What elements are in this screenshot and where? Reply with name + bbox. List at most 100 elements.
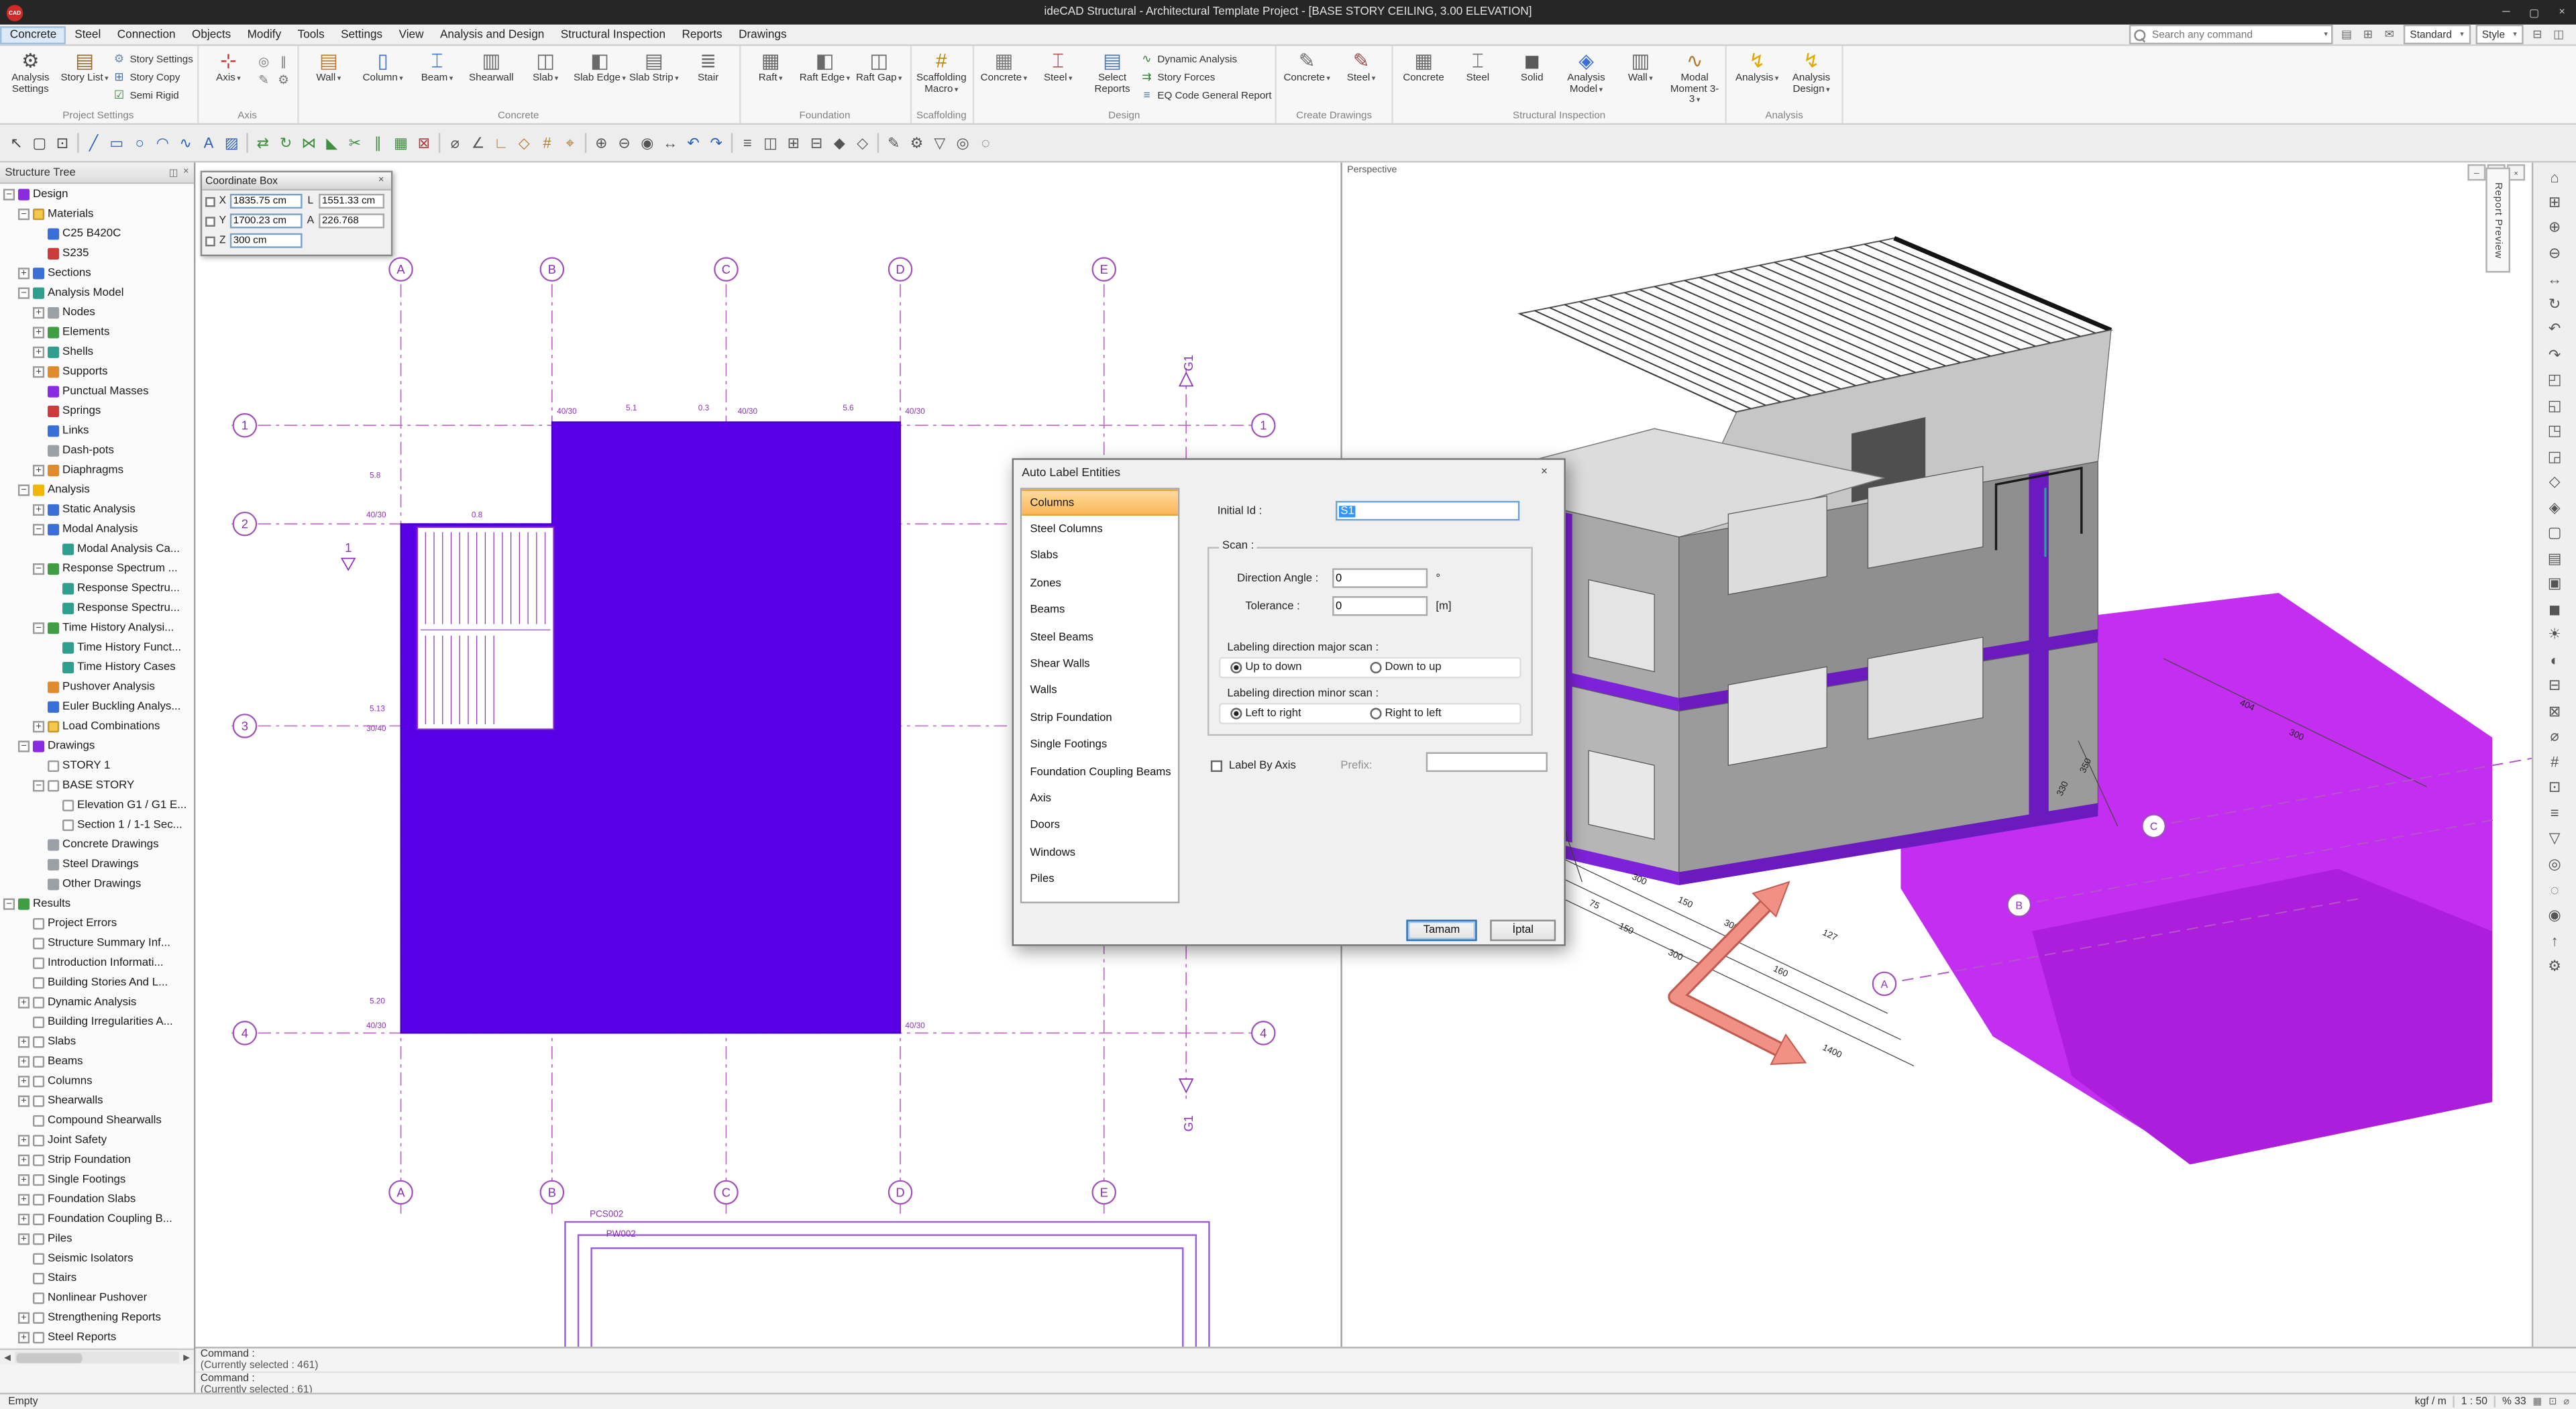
zoom-in-icon[interactable]: ⊕ [590, 131, 612, 154]
entity-type-columns[interactable]: Columns [1022, 490, 1178, 516]
ribbon-axis-settings-button[interactable]: ⚙ [275, 70, 293, 87]
undo-icon[interactable]: ↶ [682, 131, 704, 154]
ribbon-steel-button[interactable]: ⌶Steel▾ [1031, 46, 1085, 85]
scrollbar-thumb[interactable] [16, 1353, 82, 1363]
tree-item-response-spectru[interactable]: Response Spectru... [0, 578, 194, 598]
ribbon-semi-rigid-button[interactable]: ☑Semi Rigid [112, 87, 193, 103]
tree-item-introduction-informati[interactable]: Introduction Informati... [0, 952, 194, 972]
coordinate-lock-checkbox[interactable] [205, 217, 215, 227]
ribbon-wall-button[interactable]: ▤Wall▾ [301, 46, 356, 85]
tree-item-building-stories-and-l[interactable]: Building Stories And L... [0, 972, 194, 992]
tree-item-piles[interactable]: +Piles [0, 1229, 194, 1248]
ribbon-circular-axis-button[interactable]: ◎ [256, 52, 274, 68]
shadows-icon[interactable]: ◐ [2542, 648, 2568, 673]
menu-structural-inspection[interactable]: Structural Inspection [553, 25, 674, 44]
ribbon-analysis-settings-button[interactable]: ⚙Analysis Settings [3, 46, 58, 96]
tree-expander-icon[interactable]: + [18, 1075, 30, 1086]
tree-item-static-analysis[interactable]: +Static Analysis [0, 499, 194, 518]
tree-expander-icon[interactable]: + [18, 1312, 30, 1323]
tree-expander-icon[interactable]: + [18, 1055, 30, 1066]
tree-item-dash-pots[interactable]: Dash-pots [0, 440, 194, 459]
search-dropdown-icon[interactable]: ▾ [2324, 30, 2328, 40]
select-arrow-icon[interactable]: ↖ [5, 131, 28, 154]
ribbon-concrete-button[interactable]: ▦Concrete [1397, 46, 1451, 85]
standard-toolbar-combo[interactable]: Standard ▾ [2404, 25, 2471, 44]
tree-item-time-history-cases[interactable]: Time History Cases [0, 657, 194, 677]
tree-item-springs[interactable]: Springs [0, 401, 194, 420]
entity-type-zones[interactable]: Zones [1022, 570, 1178, 597]
tree-expander-icon[interactable]: + [33, 504, 44, 515]
entity-type-shear-walls[interactable]: Shear Walls [1022, 651, 1178, 678]
tree-expander-icon[interactable]: + [18, 1193, 30, 1204]
scrollbar-track[interactable] [15, 1352, 179, 1363]
tree-expander-icon[interactable]: + [33, 464, 44, 475]
tree-item-supports[interactable]: +Supports [0, 361, 194, 381]
tree-expander-icon[interactable]: + [33, 365, 44, 377]
delete-tool-icon[interactable]: ⊠ [413, 131, 435, 154]
tree-item-steel-drawings[interactable]: Steel Drawings [0, 854, 194, 873]
tree-expander-icon[interactable]: − [3, 897, 15, 909]
measure-3d-icon[interactable]: ⌀ [2542, 724, 2568, 750]
tree-expander-icon[interactable]: − [18, 286, 30, 298]
tree-expander-icon[interactable]: + [18, 1035, 30, 1047]
tree-item-analysis-model[interactable]: −Analysis Model [0, 282, 194, 302]
layers-icon[interactable]: ≡ [736, 131, 759, 154]
tree-expander-icon[interactable]: + [18, 1094, 30, 1106]
layers-icon[interactable]: ⊟ [2528, 25, 2546, 44]
measure-tool-icon[interactable]: ⌀ [443, 131, 466, 154]
selection-filter-icon[interactable]: ▽ [2542, 826, 2568, 852]
ribbon-dynamic-analysis-button[interactable]: ∿Dynamic Analysis [1139, 51, 1271, 67]
move-tool-icon[interactable]: ⇄ [252, 131, 274, 154]
ribbon-story-forces-button[interactable]: ⇉Story Forces [1139, 69, 1271, 85]
print-icon[interactable]: ⊞ [2359, 25, 2377, 44]
tree-expander-icon[interactable]: + [18, 1153, 30, 1165]
grid-toggle-3d-icon[interactable]: # [2542, 750, 2568, 775]
tolerance-input[interactable]: 0 [1332, 596, 1428, 616]
favorites-icon[interactable]: ▤ [2338, 25, 2356, 44]
zoom-extents-icon[interactable]: ⌂ [2542, 164, 2568, 190]
tree-item-foundation-slabs[interactable]: +Foundation Slabs [0, 1189, 194, 1208]
entity-type-steel-columns[interactable]: Steel Columns [1022, 516, 1178, 543]
tree-item-results[interactable]: −Results [0, 893, 194, 913]
shaded-mode-icon[interactable]: ▣ [2542, 571, 2568, 597]
hidden-line-mode-icon[interactable]: ▤ [2542, 546, 2568, 571]
close-button[interactable]: × [2548, 0, 2576, 25]
tree-expander-icon[interactable]: + [18, 1213, 30, 1225]
tree-item-nonlinear-pushover[interactable]: Nonlinear Pushover [0, 1288, 194, 1307]
tree-expander-icon[interactable]: + [18, 1174, 30, 1185]
tree-item-design[interactable]: −Design [0, 184, 194, 203]
tree-item-strip-foundation[interactable]: +Strip Foundation [0, 1149, 194, 1169]
x-coordinate-input[interactable]: 1835.75 cm [230, 194, 303, 209]
ribbon-concrete-button[interactable]: ▦Concrete▾ [977, 46, 1031, 85]
paste-icon[interactable]: ⊟ [805, 131, 828, 154]
ribbon-column-button[interactable]: ▯Column▾ [356, 46, 410, 85]
menu-objects[interactable]: Objects [184, 25, 239, 44]
isolate-tool-icon[interactable]: ◎ [951, 131, 974, 154]
entity-type-single-footings[interactable]: Single Footings [1022, 732, 1178, 758]
tree-item-time-history-analysi[interactable]: −Time History Analysi... [0, 618, 194, 637]
tree-item-foundation-coupling-b[interactable]: +Foundation Coupling B... [0, 1208, 194, 1228]
wireframe-mode-icon[interactable]: ▢ [2542, 520, 2568, 546]
coordinate-box-titlebar[interactable]: Coordinate Box × [202, 172, 391, 190]
front-view-icon[interactable]: ◱ [2542, 394, 2568, 419]
group-icon[interactable]: ◆ [828, 131, 851, 154]
copy-icon[interactable]: ⊞ [782, 131, 805, 154]
osnap-toggle-icon[interactable]: ◇ [513, 131, 535, 154]
entity-type-doors[interactable]: Doors [1022, 812, 1178, 839]
ribbon-shearwall-button[interactable]: ▥Shearwall [464, 46, 519, 85]
edit-tool-icon[interactable]: ✎ [882, 131, 905, 154]
tree-expander-icon[interactable]: + [18, 1233, 30, 1244]
radio-down-to-up[interactable]: Down to up [1370, 662, 1509, 673]
mail-icon[interactable]: ✉ [2380, 25, 2398, 44]
pan-tool-icon[interactable]: ↔ [659, 131, 682, 154]
dialog-titlebar[interactable]: Auto Label Entities × [1014, 460, 1564, 483]
ribbon-stair-button[interactable]: ≣Stair [681, 46, 735, 85]
tree-item-slabs[interactable]: +Slabs [0, 1031, 194, 1051]
tree-item-diaphragms[interactable]: +Diaphragms [0, 460, 194, 480]
tree-item-shells[interactable]: +Shells [0, 341, 194, 361]
tree-item-modal-analysis[interactable]: −Modal Analysis [0, 519, 194, 539]
tree-item-elements[interactable]: +Elements [0, 322, 194, 341]
left-view-icon[interactable]: ◲ [2542, 444, 2568, 469]
zoom-out-icon[interactable]: ⊖ [612, 131, 635, 154]
tree-item-pushover-analysis[interactable]: Pushover Analysis [0, 677, 194, 696]
